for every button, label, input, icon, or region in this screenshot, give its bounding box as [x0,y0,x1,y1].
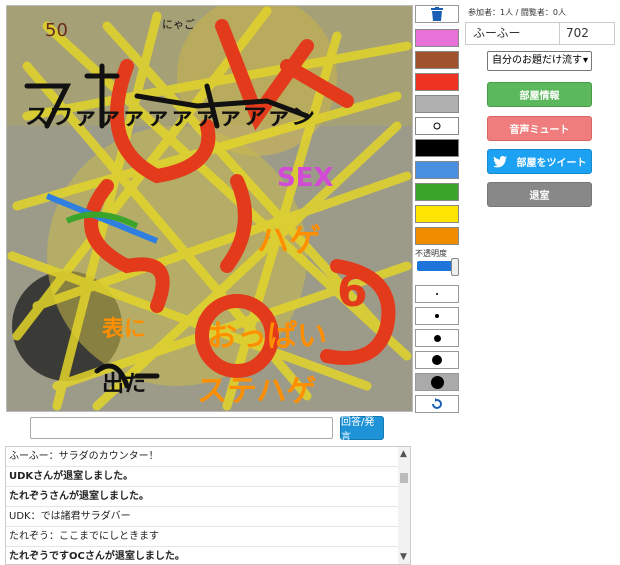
chat-message: ふーふー：サラダのカウンター！ [6,447,410,467]
chat-scrollbar[interactable]: ▲ ▼ [398,447,410,564]
chat-input[interactable] [30,417,333,439]
color-swatch-blue[interactable] [415,161,459,179]
color-swatch-eraser[interactable] [415,117,459,135]
opacity-label: 不透明度 [415,249,447,258]
undo-icon [432,398,442,409]
opacity-slider[interactable] [417,258,459,276]
color-swatch-red[interactable] [415,73,459,91]
brush-dot-3 [433,334,441,342]
canvas-text-nyago: にゃご [162,17,195,31]
brush-dot-4 [432,355,442,365]
brush-dot-1 [436,293,438,295]
player-row: ふーふー 702 [465,22,615,45]
topic-filter-value: 自分のお題だけ流す [492,55,582,66]
brush-size-4[interactable] [415,351,459,369]
scroll-thumb[interactable] [400,473,408,483]
canvas-text-sex: SEX [277,163,334,193]
canvas-text-sutehage: ステハゲ [197,374,316,409]
participants-count: 参加者：1人 / 闘覧者：0人 [468,8,566,17]
canvas-text-oppai: おっぱい [207,319,327,354]
room-info-button[interactable]: 部屋情報 [487,82,592,107]
brush-size-2[interactable] [415,307,459,325]
chat-message: UDKさんが退室しました。 [6,467,410,487]
scroll-up-icon[interactable]: ▲ [400,449,407,459]
chevron-down-icon: ▾ [582,55,588,66]
canvas-text-hage: ハゲ [257,221,321,259]
tweet-room-label: 部屋をツイート [516,158,587,169]
brush-dot-5 [430,375,444,389]
color-swatch-pink[interactable] [415,29,459,47]
send-answer-button[interactable]: 回答/発言 [340,416,384,443]
color-swatch-green[interactable] [415,183,459,201]
leave-room-button[interactable]: 退室 [487,182,592,207]
canvas-text-swaan: スワァァァァァァァアァン [25,105,315,130]
brush-size-5[interactable] [415,373,459,391]
twitter-bird-icon [492,155,507,167]
brush-dot-2 [435,314,439,318]
color-swatch-gray[interactable] [415,95,459,113]
clear-canvas-button[interactable] [415,5,459,23]
chat-message: UDK：では諸君サラダバー [6,507,410,527]
opacity-slider-knob[interactable] [451,258,459,276]
brush-size-3[interactable] [415,329,459,347]
scroll-down-icon[interactable]: ▼ [400,552,407,562]
chat-message: たれぞう：ここまでにしときます [6,527,410,547]
color-swatch-black[interactable] [415,139,459,157]
undo-button[interactable] [415,395,459,413]
drawing-canvas[interactable]: 50 にゃご スワァァァァァァァアァン SEX ハゲ おっぱい ステハゲ 表に … [6,5,413,412]
chat-message: たれぞうですOCさんが退室しました。 [6,547,410,564]
color-swatch-yellow[interactable] [415,205,459,223]
canvas-drawing: 50 にゃご スワァァァァァァァアァン SEX ハゲ おっぱい ステハゲ 表に … [7,6,412,411]
mute-button[interactable]: 音声ミュート [487,116,592,141]
color-swatch-orange[interactable] [415,227,459,245]
app-frame: 50 にゃご スワァァァァァァァアァン SEX ハゲ おっぱい ステハゲ 表に … [0,0,620,565]
tweet-room-button[interactable]: 部屋をツイート [487,149,592,174]
player-name: ふーふー [473,26,521,40]
chat-message: たれぞうさんが退室しました。 [6,487,410,507]
chat-log[interactable]: ふーふー：サラダのカウンター！ UDKさんが退室しました。 たれぞうさんが退室し… [5,446,411,565]
canvas-text-50: 50 [45,20,68,41]
player-score: 702 [559,23,614,44]
canvas-text-6: 6 [337,266,368,317]
color-swatch-brown[interactable] [415,51,459,69]
canvas-text-deta: 出た [102,372,146,397]
canvas-text-omote: 表に [102,317,146,342]
trash-icon [431,7,443,21]
brush-size-1[interactable] [415,285,459,303]
eraser-circle-icon [433,122,441,130]
topic-filter-select[interactable]: 自分のお題だけ流す ▾ [487,51,592,71]
